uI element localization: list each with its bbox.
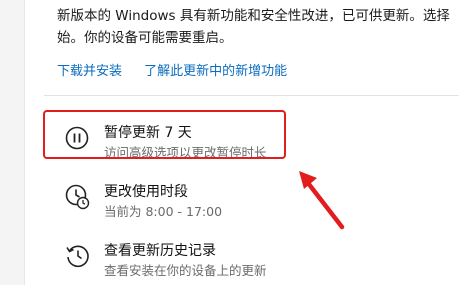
description-line-2: 始。你的设备可能需要重启。	[57, 30, 233, 46]
active-hours-subtitle: 当前为 8:00 - 17:00	[104, 204, 223, 219]
pause-icon	[64, 124, 92, 152]
section-divider	[44, 95, 459, 96]
learn-more-link[interactable]: 了解此更新中的新增功能	[144, 64, 287, 79]
window-left-edge	[0, 0, 25, 285]
active-hours-title: 更改使用时段	[104, 184, 188, 200]
description-line-1: 新版本的 Windows 具有新功能和安全性改进，已可供更新。选择	[57, 8, 450, 24]
clock-icon	[64, 183, 92, 211]
windows-update-page: 新版本的 Windows 具有新功能和安全性改进，已可供更新。选择 始。你的设备…	[0, 0, 459, 285]
pause-updates-option[interactable]: 暂停更新 7 天 访问高级选项以更改暂停时长	[44, 112, 424, 164]
history-icon	[64, 242, 92, 270]
update-links: 下载并安装 了解此更新中的新增功能	[57, 60, 287, 79]
pause-updates-title: 暂停更新 7 天	[104, 125, 192, 141]
update-history-title: 查看更新历史记录	[104, 243, 216, 259]
download-install-link[interactable]: 下载并安装	[57, 64, 122, 79]
active-hours-option[interactable]: 更改使用时段 当前为 8:00 - 17:00	[44, 171, 424, 223]
update-history-subtitle: 查看安装在你的设备上的更新	[104, 263, 267, 278]
annotation-arrow-icon	[299, 171, 345, 230]
pause-updates-subtitle: 访问高级选项以更改暂停时长	[104, 145, 267, 160]
update-description: 新版本的 Windows 具有新功能和安全性改进，已可供更新。选择 始。你的设备…	[57, 5, 459, 49]
update-history-option[interactable]: 查看更新历史记录 查看安装在你的设备上的更新	[44, 230, 424, 282]
